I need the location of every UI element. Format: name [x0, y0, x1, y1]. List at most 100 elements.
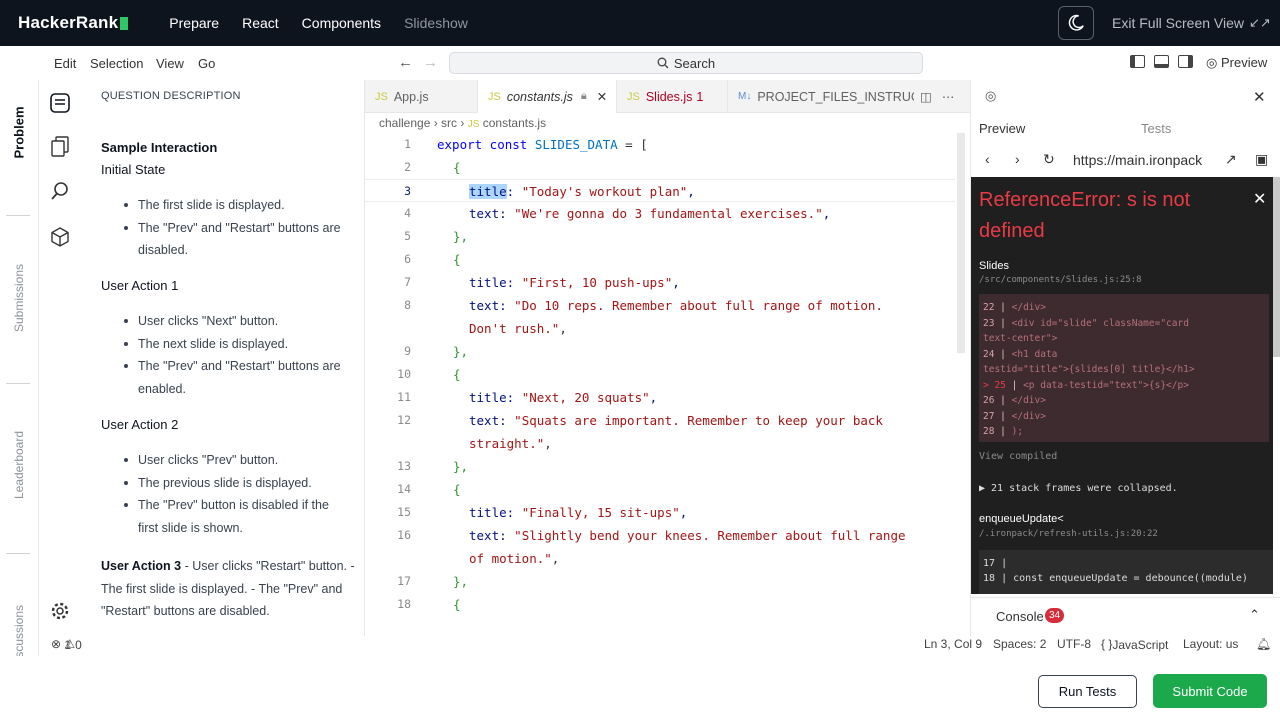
collapsed-frames-toggle[interactable]: ▶ 21 stack frames were collapsed. [979, 483, 1178, 494]
list-item: The "Prev" and "Restart" buttons are dis… [119, 217, 349, 262]
tab-leaderboard[interactable]: Leaderboard [0, 425, 38, 505]
list-item: The next slide is displayed. [119, 333, 349, 356]
minimize-icon[interactable]: ↙↗ [1249, 15, 1271, 31]
code-area[interactable]: 1 export const SLIDES_DATA = [ 2{ 3 title:… [365, 133, 971, 636]
code-line-wrap: Don't rush.", [469, 321, 567, 336]
code-line-wrap: of motion.", [469, 551, 560, 566]
toggle-secondary-sidebar-icon[interactable] [1178, 55, 1193, 68]
problems-indicator[interactable]: ⊗ 1 ⚠ 0 [51, 637, 82, 652]
forward-arrow-icon[interactable]: → [423, 54, 438, 71]
close-error-icon[interactable]: ✕ [1253, 189, 1266, 209]
layout-toggles [1130, 55, 1193, 68]
breadcrumb-file[interactable]: constants.js [483, 116, 546, 130]
code-line: 2{ [404, 160, 461, 175]
search-label: Search [673, 55, 716, 71]
command-search-input[interactable]: Search [449, 52, 923, 74]
divider [6, 553, 30, 554]
menu-view[interactable]: View [156, 56, 184, 71]
cursor-position[interactable]: Ln 3, Col 9 [924, 637, 982, 651]
theme-toggle-button[interactable] [1058, 6, 1094, 40]
search-icon[interactable] [49, 180, 71, 202]
action3-paragraph: User Action 3 - User clicks "Restart" bu… [101, 555, 356, 623]
preview-address-bar: ‹ › ↻ https://main.ironpack ↗ ▣ [971, 145, 1280, 177]
js-file-icon: JS [467, 119, 480, 130]
settings-gear-icon[interactable] [49, 600, 71, 622]
split-editor-icon[interactable]: ◫ [914, 80, 938, 113]
menu-edit[interactable]: Edit [54, 56, 76, 71]
files-icon[interactable] [49, 136, 71, 158]
run-tests-button[interactable]: Run Tests [1038, 675, 1137, 708]
back-arrow-icon[interactable]: ← [398, 54, 413, 71]
crumb-react[interactable]: React [242, 15, 279, 31]
tab-tests[interactable]: Tests [1141, 121, 1171, 136]
encoding[interactable]: UTF-8 [1057, 637, 1091, 651]
code-frame-line: testid="title">{slides[0] title}</h1> [983, 364, 1195, 375]
open-external-icon[interactable]: ↗ [1225, 151, 1237, 168]
action1-list: User clicks "Next" button. The next slid… [119, 310, 349, 400]
submit-code-button[interactable]: Submit Code [1153, 674, 1267, 708]
indentation[interactable]: Spaces: 2 [993, 637, 1046, 651]
menu-go[interactable]: Go [198, 56, 215, 71]
devtools-icon[interactable]: ▣ [1255, 151, 1268, 168]
toggle-panel-icon[interactable] [1154, 55, 1169, 68]
exit-full-screen-link[interactable]: Exit Full Screen View [1112, 15, 1244, 31]
js-file-icon: JS [627, 90, 640, 103]
list-item: The "Prev" and "Restart" buttons are ena… [119, 355, 349, 400]
code-line-current: 3 title: "Today's workout plan", [365, 179, 955, 202]
close-preview-icon[interactable]: ✕ [1253, 88, 1266, 106]
section-subheading: Initial State [101, 162, 166, 177]
problem-count: 1 [696, 89, 704, 104]
code-line: 13}, [397, 459, 469, 474]
error-path[interactable]: /src/components/Slides.js:25:8 [979, 275, 1142, 285]
editor-scrollbar[interactable] [957, 133, 965, 353]
keyboard-layout[interactable]: Layout: us [1183, 637, 1238, 651]
hackerrank-logo[interactable]: HackerRank [18, 13, 129, 33]
file-breadcrumb: challenge › src › JS constants.js [379, 116, 547, 130]
code-frame-line: 26 | </div> [983, 395, 1046, 406]
toggle-sidebar-icon[interactable] [1130, 55, 1145, 68]
chevron-up-icon[interactable]: ⌃ [1249, 607, 1260, 623]
stack-frame-name: enqueueUpdate< [979, 513, 1064, 525]
preview-header: ◎ ✕ [971, 80, 1280, 113]
refresh-icon[interactable]: ↻ [1043, 151, 1055, 168]
code-frame-line-error: > 25 | <p data-testid="text">{s}</p> [983, 379, 1189, 391]
language-mode[interactable]: { } JavaScript [1101, 637, 1168, 652]
forward-icon[interactable]: › [1015, 151, 1020, 167]
section-subheading: User Action 2 [101, 417, 179, 432]
code-line: 16 text: "Slightly bend your knees. Remem… [397, 528, 906, 543]
problem-description-icon[interactable] [49, 92, 71, 114]
console-bar[interactable]: Console 34 ⌃ [971, 597, 1280, 634]
initial-state-list: The first slide is displayed. The "Prev"… [119, 194, 349, 262]
tab-preview[interactable]: Preview [979, 121, 1025, 136]
preview-url[interactable]: https://main.ironpack [1073, 152, 1202, 168]
back-icon[interactable]: ‹ [985, 151, 990, 167]
preview-eye-icon: ◎ [985, 88, 997, 103]
notifications-bell-icon[interactable]: 🔔︎ [1256, 637, 1271, 651]
tab-slides-js[interactable]: JS Slides.js 1 [617, 80, 728, 113]
code-frame-line: 18 | const enqueueUpdate = debounce((mod… [983, 573, 1248, 584]
tab-constants-js[interactable]: JS constants.js 🔒︎ ✕ [478, 80, 617, 113]
code-line: 1 export const SLIDES_DATA = [ [404, 137, 648, 152]
error-component: Slides [979, 260, 1009, 272]
divider [6, 215, 30, 216]
menu-selection[interactable]: Selection [90, 56, 143, 71]
breadcrumb-folder[interactable]: challenge [379, 116, 430, 130]
close-tab-icon[interactable]: ✕ [597, 89, 607, 104]
tab-submissions[interactable]: Submissions [0, 258, 38, 338]
tab-problem[interactable]: Problem [0, 92, 38, 172]
preview-scrollbar[interactable] [1273, 177, 1280, 357]
packages-cube-icon[interactable] [49, 226, 71, 248]
breadcrumb-folder[interactable]: src [441, 116, 457, 130]
tab-project-files[interactable]: M↓ PROJECT_FILES_INSTRUCTI [728, 80, 914, 113]
preview-toggle[interactable]: ◎ Preview [1206, 55, 1267, 71]
explorer-icon-rail [39, 80, 81, 656]
more-actions-icon[interactable]: ⋯ [938, 80, 959, 113]
action3-title: User Action 3 [101, 559, 182, 573]
code-line: 5}, [404, 229, 469, 244]
editor-status-bar: ⊗ 1 ⚠ 0 Ln 3, Col 9 Spaces: 2 UTF-8 { } … [39, 636, 1280, 654]
stack-frame-path[interactable]: /.ironpack/refresh-utils.js:20:22 [979, 529, 1158, 539]
tab-app-js[interactable]: JS App.js [365, 80, 478, 113]
view-compiled-link[interactable]: View compiled [979, 451, 1057, 462]
crumb-components[interactable]: Components [302, 15, 381, 31]
crumb-prepare[interactable]: Prepare [169, 15, 219, 31]
